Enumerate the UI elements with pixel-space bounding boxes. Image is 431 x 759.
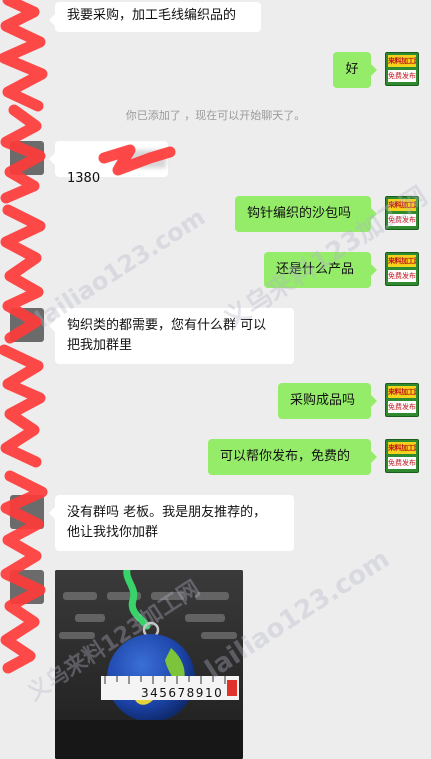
message-bubble-outgoing[interactable]: 钩针编织的沙包吗 <box>235 196 377 232</box>
avatar[interactable] <box>10 570 44 604</box>
avatar-badge-top: 来料加工网 <box>388 199 416 211</box>
system-notice: 你已添加了 ，现在可以开始聊天了。 <box>125 109 306 122</box>
avatar[interactable]: 来料加工网 免费发布 <box>385 439 419 473</box>
crochet-ball-photo: 345678910 <box>55 570 243 759</box>
photo-message[interactable]: 345678910 <box>55 570 243 759</box>
avatar[interactable] <box>10 141 44 175</box>
avatar[interactable]: 来料加工网 免费发布 <box>385 52 419 86</box>
message-bubble-outgoing[interactable]: 采购成品吗 <box>278 383 377 419</box>
avatar[interactable]: 来料加工网 免费发布 <box>385 196 419 230</box>
message-bubble-outgoing[interactable]: 还是什么产品 <box>264 252 377 288</box>
avatar-badge-top: 来料加工网 <box>388 386 416 398</box>
avatar-badge-top: 来料加工网 <box>388 55 416 67</box>
avatar[interactable]: 来料加工网 免费发布 <box>385 383 419 417</box>
message-bubble-incoming[interactable]: 钩织类的都需要，您有什么群 可以 把我加群里 <box>49 308 294 364</box>
avatar-badge-bottom: 免费发布 <box>388 401 416 413</box>
avatar-badge-bottom: 免费发布 <box>388 214 416 226</box>
ruler-digits: 345678910 <box>141 686 223 700</box>
message-bubble-incoming[interactable]: 我要采购，加工毛线编织品的 <box>49 2 261 32</box>
message-bubble-outgoing[interactable]: 可以帮你发布，免费的 <box>208 439 377 475</box>
avatar-badge-top: 来料加工网 <box>388 442 416 454</box>
avatar[interactable]: 来料加工网 免费发布 <box>385 252 419 286</box>
avatar-badge-bottom: 免费发布 <box>388 457 416 469</box>
avatar-badge-bottom: 免费发布 <box>388 70 416 82</box>
avatar-badge-top: 来料加工网 <box>388 255 416 267</box>
message-bubble-incoming[interactable]: 没有群吗 老板。我是朋友推荐的， 他让我找你加群 <box>49 495 294 551</box>
redaction-blur <box>118 150 166 168</box>
avatar-badge-bottom: 免费发布 <box>388 270 416 282</box>
avatar[interactable] <box>10 495 44 529</box>
message-bubble-outgoing[interactable]: 好 <box>333 52 377 88</box>
phone-number-text: 1380 <box>67 171 101 186</box>
avatar[interactable] <box>10 308 44 342</box>
